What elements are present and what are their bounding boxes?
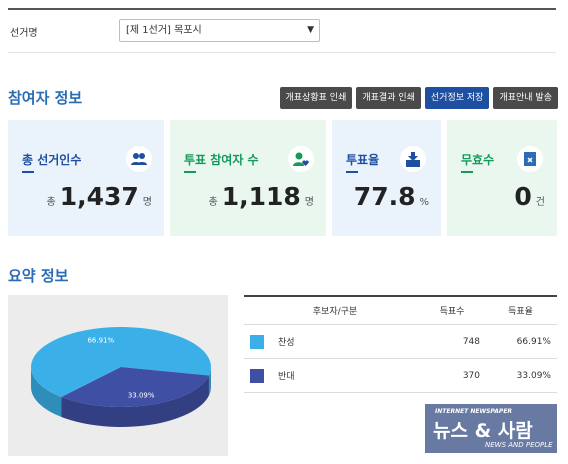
card-label: 투표 참여자 수 (184, 153, 259, 167)
watermark-bottom: NEWS AND PEOPLE (485, 441, 553, 449)
action-buttons: 개표상황표 인쇄 개표결과 인쇄 선거정보 저장 개표안내 발송 (279, 87, 558, 109)
card-unit: % (419, 197, 429, 208)
news-watermark-logo: INTERNET NEWSPAPER 뉴스 & 사람 NEWS AND PEOP… (425, 404, 557, 453)
card-accent-bar (184, 171, 196, 173)
people-icon (126, 146, 152, 172)
row-rate: 33.09% (516, 370, 551, 381)
table-row: 찬성 748 66.91% (244, 325, 557, 359)
row-votes: 370 (462, 370, 480, 381)
turnout-rate-card: 투표율 77.8 % (332, 120, 441, 236)
pie-value-label: 33.09% (128, 391, 155, 399)
results-table: 후보자/구분 득표수 득표율 찬성 748 66.91% 반대 370 33.0… (244, 295, 557, 393)
election-label: 선거명 (10, 28, 38, 39)
ballot-box-icon (400, 146, 426, 172)
table-header: 후보자/구분 득표수 득표율 (244, 297, 557, 325)
card-label: 무효수 (461, 153, 495, 167)
card-accent-bar (461, 171, 473, 173)
legend-swatch (250, 368, 264, 383)
pie-value-label: 66.91% (87, 337, 114, 345)
send-notice-button[interactable]: 개표안내 발송 (493, 87, 558, 109)
card-number: 1,437 (59, 182, 139, 211)
row-rate: 66.91% (516, 336, 551, 347)
pie-chart-panel: 66.91% 33.09% (8, 295, 228, 456)
participant-info-title: 참여자 정보 (8, 89, 83, 107)
election-select[interactable]: [제 1선거] 목포시 ▼ (119, 19, 320, 42)
invalid-doc-icon (517, 146, 543, 172)
watermark-main: 뉴스 & 사람 (433, 420, 533, 442)
row-name: 찬성 (278, 338, 295, 348)
card-value: 총 1,118 명 (209, 182, 314, 211)
card-prefix: 총 (208, 197, 218, 208)
total-voters-card: 총 선거인수 총 1,437 명 (8, 120, 164, 236)
user-heart-icon (288, 146, 314, 172)
print-status-button[interactable]: 개표상황표 인쇄 (279, 87, 353, 109)
election-selector-row: 선거명 [제 1선거] 목포시 ▼ (8, 11, 556, 53)
header-candidate: 후보자/구분 (312, 307, 358, 317)
invalid-count-card: 무효수 0 건 (447, 120, 557, 236)
card-label: 총 선거인수 (22, 153, 82, 167)
card-number: 77.8 (353, 182, 416, 211)
summary-title: 요약 정보 (8, 267, 69, 285)
voter-participation-card: 투표 참여자 수 총 1,118 명 (170, 120, 326, 236)
header-rate: 득표율 (508, 307, 533, 317)
card-prefix: 총 (46, 197, 56, 208)
card-value: 0 건 (514, 182, 545, 211)
watermark-top: INTERNET NEWSPAPER (435, 408, 513, 415)
card-unit: 명 (142, 197, 152, 208)
card-unit: 명 (304, 197, 314, 208)
chevron-down-icon: ▼ (307, 25, 314, 35)
row-votes: 748 (462, 336, 480, 347)
header-votes: 득표수 (439, 307, 465, 317)
table-row: 반대 370 33.09% (244, 359, 557, 393)
card-unit: 건 (535, 197, 545, 208)
print-result-button[interactable]: 개표결과 인쇄 (356, 87, 421, 109)
save-election-button[interactable]: 선거정보 저장 (424, 87, 490, 109)
card-accent-bar (346, 171, 358, 173)
pie-chart: 66.91% 33.09% (31, 327, 212, 427)
card-value: 총 1,437 명 (47, 182, 152, 211)
card-value: 77.8 % (354, 182, 429, 211)
election-select-value: [제 1선거] 목포시 (126, 25, 202, 36)
legend-swatch (250, 334, 264, 349)
card-accent-bar (22, 171, 34, 173)
top-divider (8, 8, 556, 10)
card-label: 투표율 (346, 153, 380, 167)
card-number: 0 (514, 182, 532, 211)
card-number: 1,118 (221, 182, 301, 211)
row-name: 반대 (278, 372, 295, 382)
